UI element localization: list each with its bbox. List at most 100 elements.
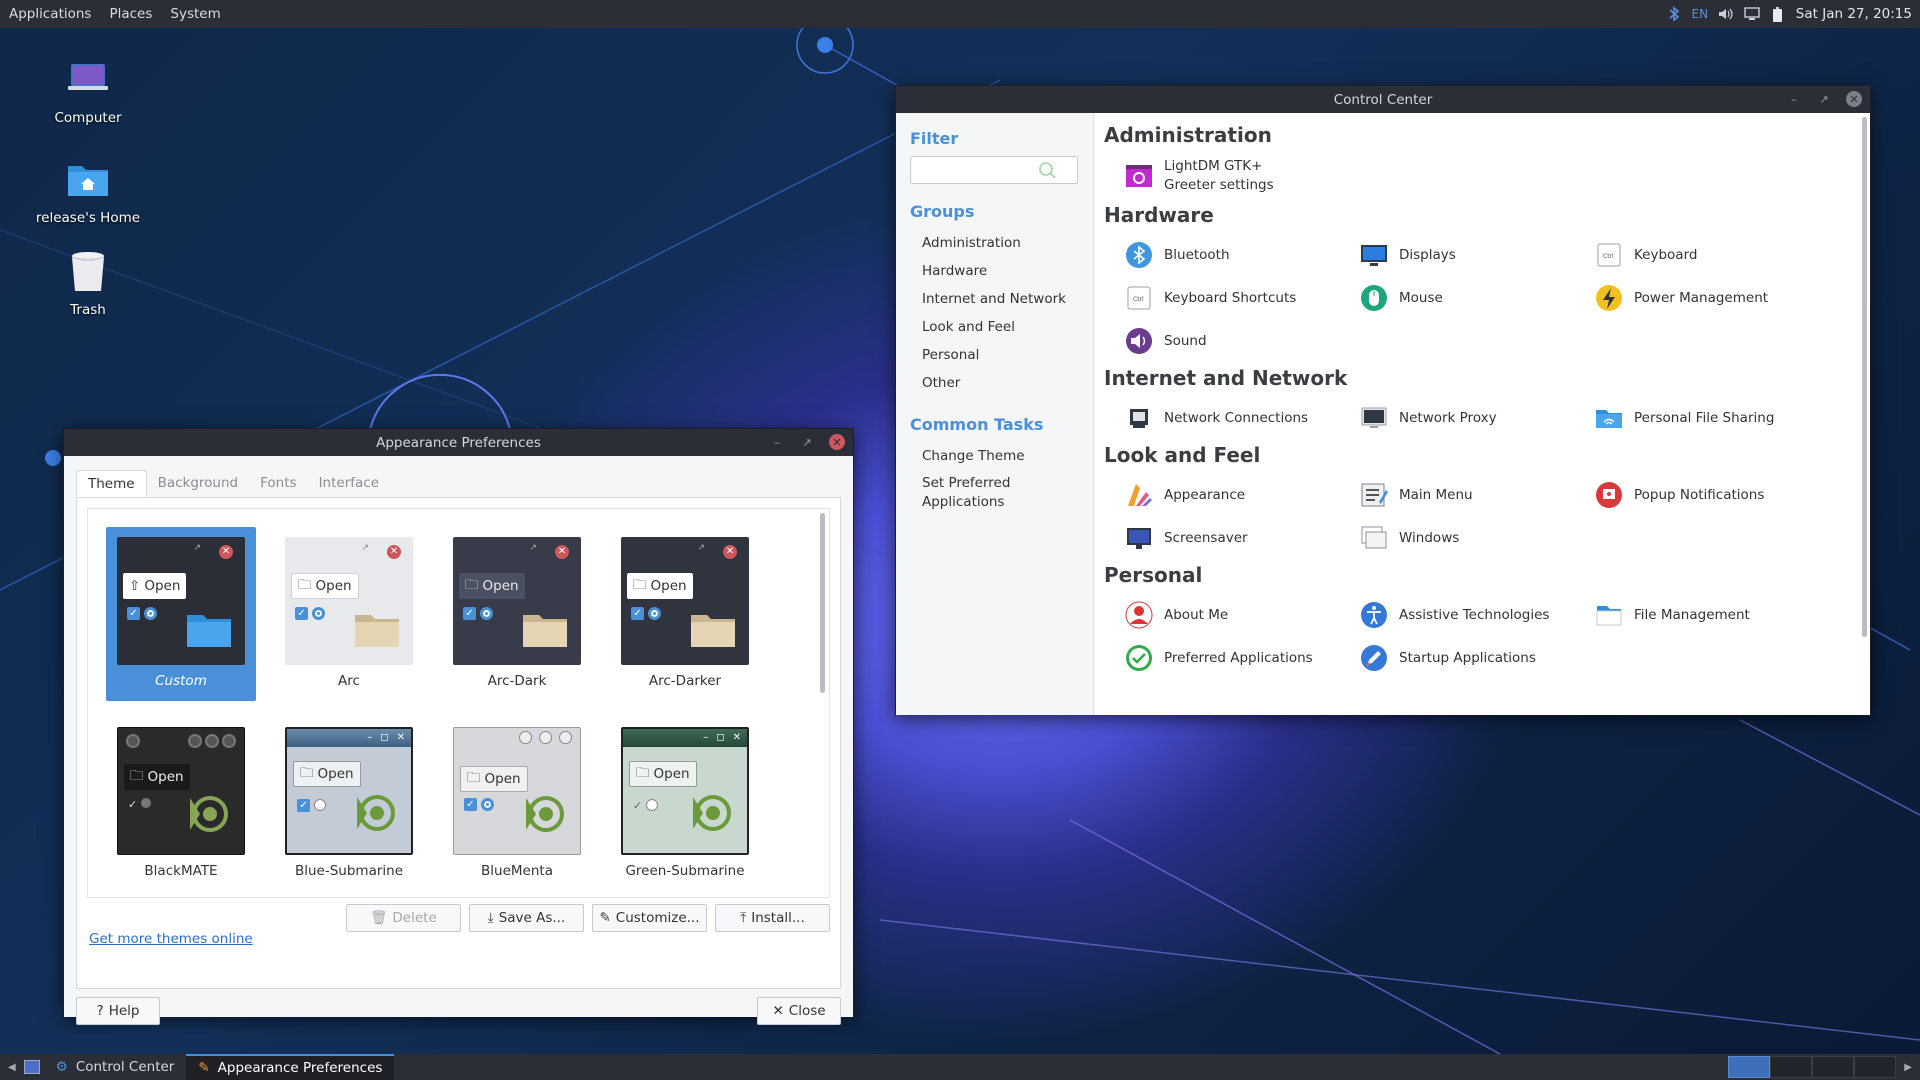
item-label: Screensaver [1164, 529, 1248, 546]
close-dialog-button[interactable]: ✕ Close [757, 997, 841, 1025]
workspace-switcher[interactable] [1728, 1056, 1897, 1078]
item-label: About Me [1164, 606, 1229, 623]
control-center-titlebar[interactable]: Control Center – ↗ ✕ [896, 86, 1870, 113]
theme-item-custom[interactable]: ↗ ✕ ⇧ Open ✓ Custom [106, 527, 256, 701]
get-more-themes-link[interactable]: Get more themes online [89, 931, 253, 947]
show-desktop-icon[interactable] [23, 1060, 40, 1074]
item-assistive-technologies[interactable]: Assistive Technologies [1359, 593, 1594, 636]
applications-menu[interactable]: Applications [0, 0, 100, 28]
item-bluetooth[interactable]: Bluetooth [1124, 233, 1359, 276]
common-tasks-heading: Common Tasks [910, 415, 1044, 434]
windows-icon [1361, 526, 1387, 548]
edit-icon: ✎ [599, 910, 611, 926]
task-set-preferred-applications[interactable]: Set Preferred Applications [922, 470, 1032, 512]
clock[interactable]: Sat Jan 27, 20:15 [1796, 6, 1912, 22]
keyboard-layout-indicator[interactable]: EN [1692, 6, 1709, 22]
maximize-button[interactable]: ↗ [799, 434, 815, 450]
delete-button[interactable]: 🗑 Delete [346, 904, 461, 932]
control-center-sidebar: Filter Groups Administration Hardware In… [896, 113, 1094, 715]
preview-button-label: Open [147, 769, 184, 785]
computer-icon [64, 56, 112, 104]
mate-logo-icon [357, 795, 395, 831]
content-scrollbar[interactable] [1862, 117, 1867, 637]
minimize-button[interactable]: – [769, 434, 785, 450]
group-link-internet-network[interactable]: Internet and Network [922, 285, 1079, 313]
taskbar-appearance-preferences[interactable]: ✎ Appearance Preferences [186, 1054, 395, 1080]
appearance-titlebar[interactable]: Appearance Preferences – ↗ ✕ [64, 429, 853, 456]
group-link-personal[interactable]: Personal [922, 341, 1079, 369]
item-personal-file-sharing[interactable]: Personal File Sharing [1594, 396, 1829, 439]
panel-arrow-right-icon[interactable]: ▶ [1896, 1062, 1920, 1073]
save-as-button[interactable]: ⤓ Save As... [469, 904, 584, 932]
item-network-proxy[interactable]: Network Proxy [1359, 396, 1594, 439]
theme-preview: – ◻ ✕ 🗀 Open ✓ [621, 727, 749, 855]
filter-input[interactable] [910, 156, 1078, 184]
desktop-icon-home[interactable]: release's Home [28, 156, 148, 226]
group-link-administration[interactable]: Administration [922, 229, 1079, 257]
mate-logo-icon [526, 796, 564, 832]
section-heading-hardware: Hardware [1104, 203, 1214, 227]
item-popup-notifications[interactable]: Popup Notifications [1594, 473, 1829, 516]
item-displays[interactable]: Displays [1359, 233, 1594, 276]
battery-icon[interactable] [1770, 6, 1786, 22]
item-windows[interactable]: Windows [1359, 516, 1594, 559]
show-desktop-arrow-icon[interactable]: ◀ [0, 1062, 24, 1073]
tab-background[interactable]: Background [147, 470, 250, 497]
minimize-button[interactable]: – [1786, 91, 1802, 107]
item-power-management[interactable]: Power Management [1594, 276, 1829, 319]
item-sound[interactable]: Sound [1124, 319, 1359, 362]
item-preferred-applications[interactable]: Preferred Applications [1124, 636, 1359, 679]
bluetooth-tray-icon[interactable] [1666, 6, 1682, 22]
theme-item-bluementa[interactable]: 🗀 Open ✓ BlueMenta [442, 717, 592, 891]
filter-heading: Filter [910, 129, 959, 148]
close-button[interactable]: ✕ [829, 434, 845, 450]
system-menu[interactable]: System [161, 0, 229, 28]
item-main-menu[interactable]: Main Menu [1359, 473, 1594, 516]
item-startup-applications[interactable]: Startup Applications [1359, 636, 1594, 679]
item-lightdm-greeter[interactable]: LightDM GTK+ Greeter settings [1124, 153, 1359, 199]
item-mouse[interactable]: Mouse [1359, 276, 1594, 319]
item-label: Main Menu [1399, 486, 1473, 503]
theme-item-arc-darker[interactable]: ↗ ✕ 🗀 Open ✓ Arc-Darker [610, 527, 760, 701]
item-about-me[interactable]: About Me [1124, 593, 1359, 636]
maximize-button[interactable]: ↗ [1816, 91, 1832, 107]
volume-icon[interactable] [1718, 6, 1734, 22]
close-button[interactable]: ✕ [1846, 91, 1862, 107]
theme-item-green-submarine[interactable]: – ◻ ✕ 🗀 Open ✓ Green-Submarine [610, 717, 760, 891]
customize-button[interactable]: ✎ Customize... [592, 904, 707, 932]
desktop-icon-computer[interactable]: Computer [28, 56, 148, 126]
tab-fonts[interactable]: Fonts [249, 470, 307, 497]
desktop-icon-trash[interactable]: Trash [28, 248, 148, 318]
help-button[interactable]: ? Help [76, 997, 160, 1025]
workspace-4[interactable] [1854, 1056, 1897, 1078]
task-change-theme[interactable]: Change Theme [922, 442, 1079, 470]
item-screensaver[interactable]: Screensaver [1124, 516, 1359, 559]
theme-item-blue-submarine[interactable]: – ◻ ✕ 🗀 Open ✓ Blue-Submarine [274, 717, 424, 891]
workspace-2[interactable] [1770, 1056, 1813, 1078]
folder-small-icon: 🗀 [130, 767, 144, 784]
theme-list-scrollbar[interactable] [820, 513, 825, 693]
item-network-connections[interactable]: Network Connections [1124, 396, 1359, 439]
workspace-1[interactable] [1728, 1056, 1771, 1078]
places-menu[interactable]: Places [100, 0, 161, 28]
network-tray-icon[interactable] [1744, 6, 1760, 22]
button-label: Delete [392, 910, 437, 926]
taskbar-control-center[interactable]: ⚙ Control Center [44, 1054, 187, 1080]
tab-interface[interactable]: Interface [308, 470, 390, 497]
install-button[interactable]: ⤒ Install... [715, 904, 830, 932]
item-file-management[interactable]: File Management [1594, 593, 1829, 636]
item-label: Mouse [1399, 289, 1443, 306]
item-keyboard-shortcuts[interactable]: Ctrl Keyboard Shortcuts [1124, 276, 1359, 319]
group-link-look-and-feel[interactable]: Look and Feel [922, 313, 1079, 341]
tab-theme[interactable]: Theme [76, 470, 147, 497]
item-appearance[interactable]: Appearance [1124, 473, 1359, 516]
workspace-3[interactable] [1812, 1056, 1855, 1078]
sound-icon [1126, 327, 1152, 354]
theme-item-arc-dark[interactable]: ↗ ✕ 🗀 Open ✓ Arc-Dark [442, 527, 592, 701]
group-link-other[interactable]: Other [922, 369, 1079, 397]
theme-item-arc[interactable]: ↗ ✕ 🗀 Open ✓ Arc [274, 527, 424, 701]
item-keyboard[interactable]: Ctrl Keyboard [1594, 233, 1829, 276]
theme-item-blackmate[interactable]: 🗀 Open ✓ BlackMATE [106, 717, 256, 891]
display-icon [1361, 244, 1387, 266]
group-link-hardware[interactable]: Hardware [922, 257, 1079, 285]
